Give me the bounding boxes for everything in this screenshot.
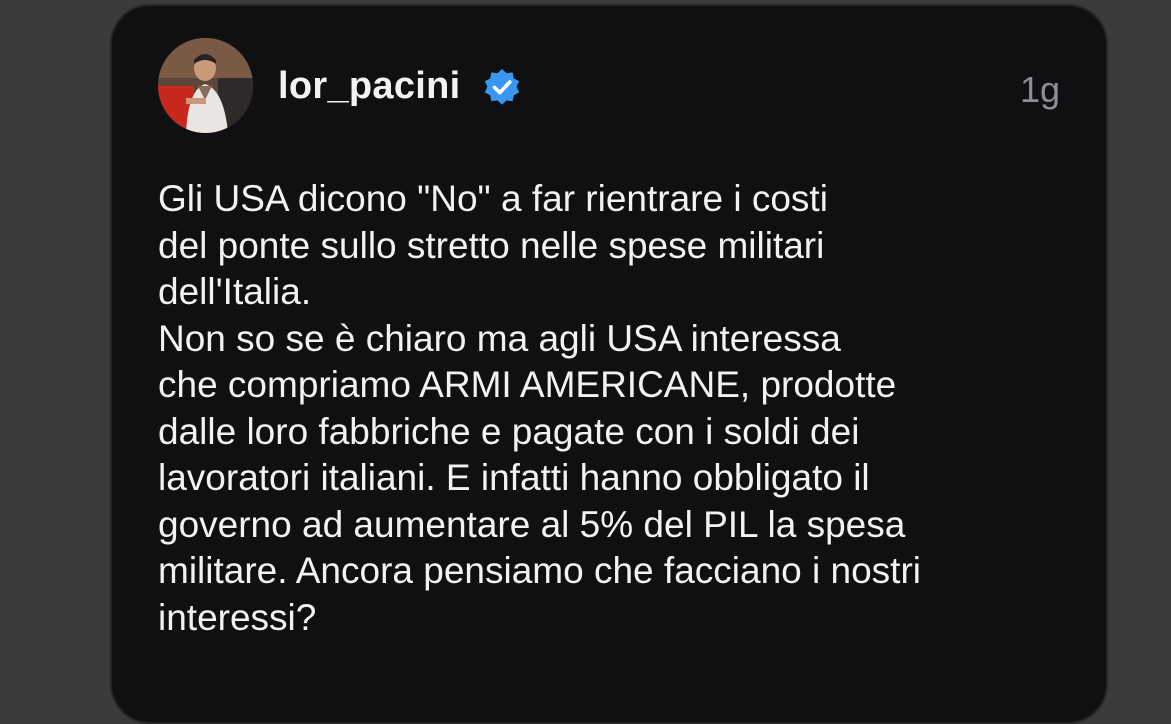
post-text: Gli USA dicono "No" a far rientrare i co…	[158, 178, 921, 638]
post-timestamp: 1g	[1019, 69, 1060, 110]
verified-badge-icon	[484, 69, 520, 105]
username[interactable]: lor_pacini	[278, 61, 461, 111]
avatar[interactable]	[158, 38, 253, 133]
post-card: lor_pacini 1g Gli USA dicono "No" a far …	[110, 4, 1108, 724]
profile-photo-image	[158, 38, 253, 133]
